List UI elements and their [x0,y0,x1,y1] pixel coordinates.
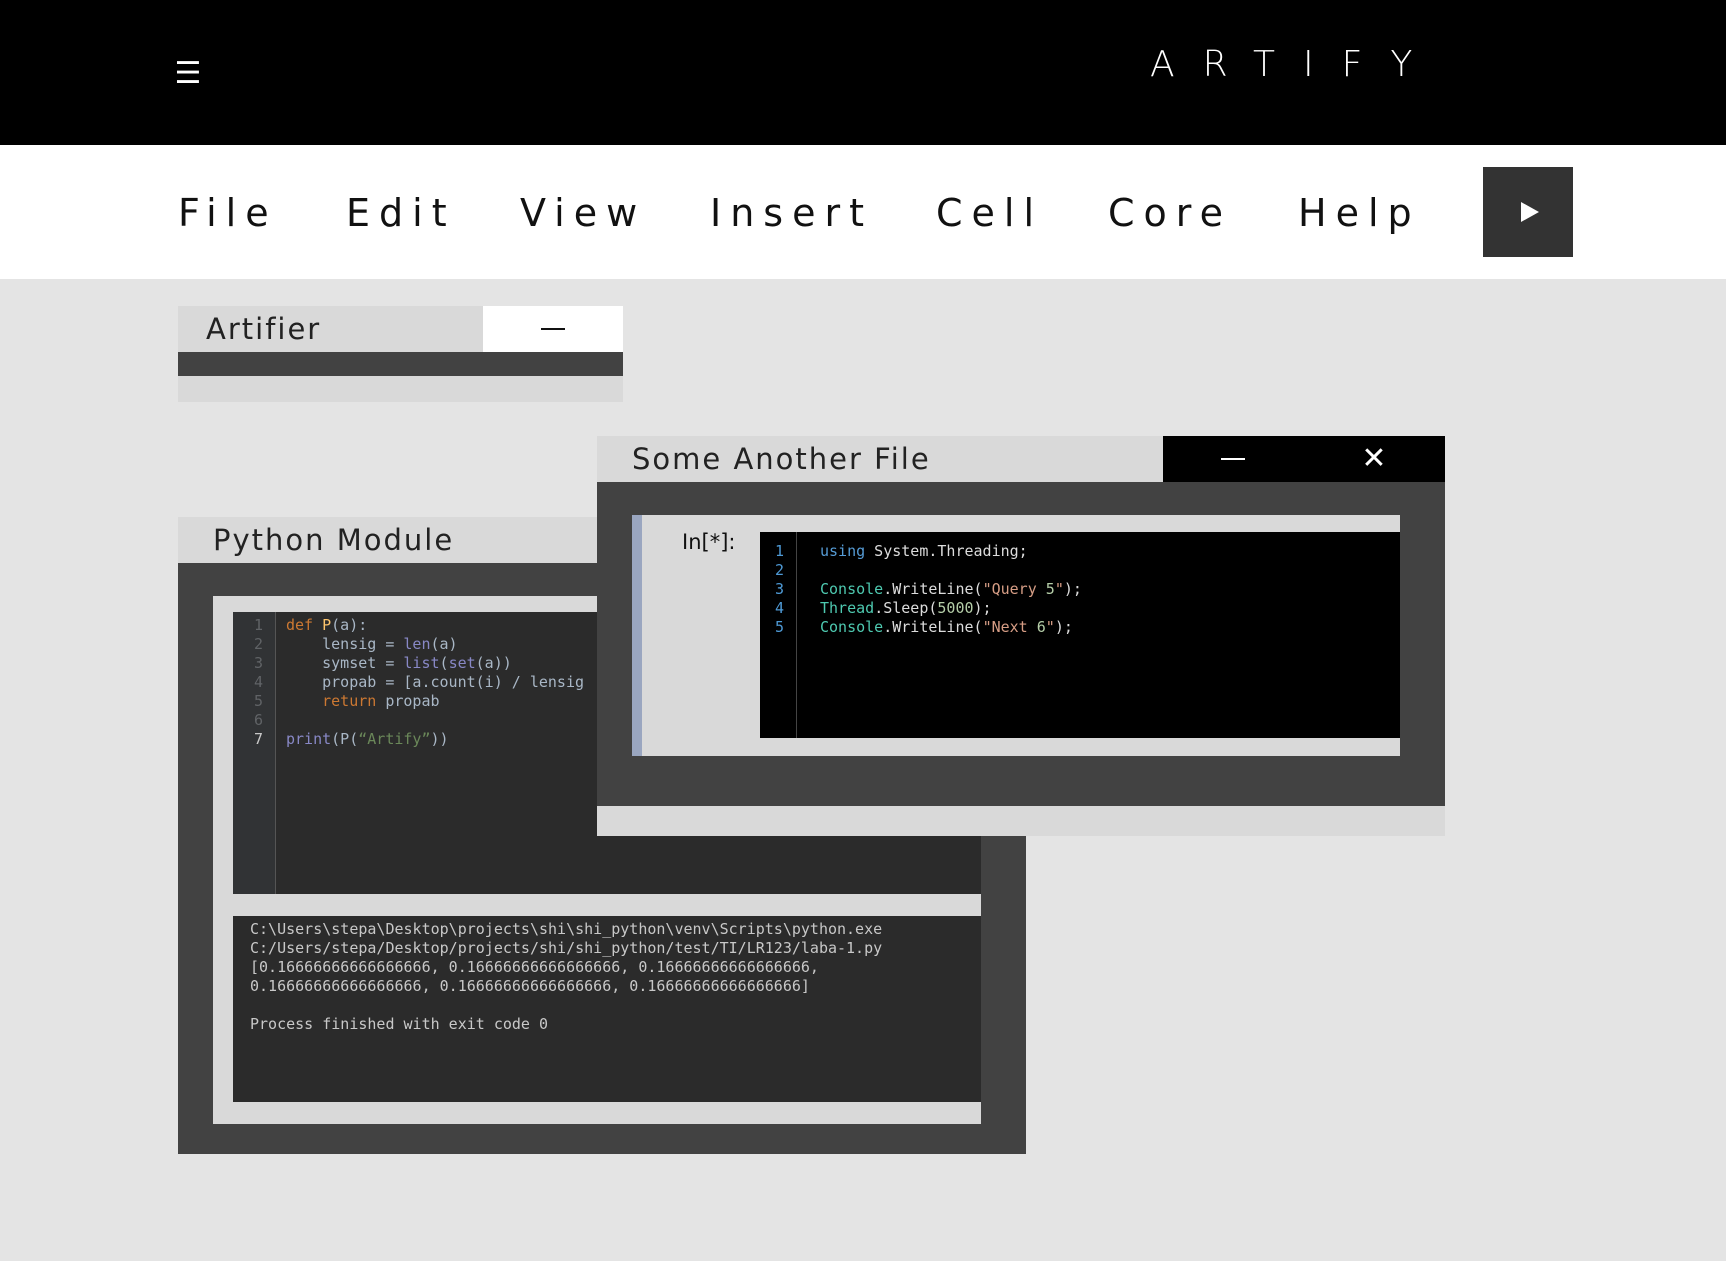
menu-item-help[interactable]: Help [1298,188,1421,238]
code-line: propab = [a.count(i) / lensig [286,673,585,691]
line-number: 3 [253,654,263,672]
minimize-icon [1221,458,1245,460]
minimize-icon [541,328,565,330]
console-line: Process finished with exit code 0 [250,1015,549,1033]
close-icon: ✕ [1361,441,1387,476]
brand-logo: ARTIFY [1150,44,1441,85]
menu-item-view[interactable]: View [520,188,646,238]
artifier-footer [178,376,623,402]
artifier-minimize-button[interactable] [483,306,623,352]
line-number: 6 [253,711,263,729]
line-number: 3 [774,580,784,598]
line-number: 2 [253,635,263,653]
code-line: print(P(“Artify”)) [286,730,449,748]
artifier-titlebar[interactable]: Artifier [178,306,483,352]
menu-item-cell[interactable]: Cell [936,188,1043,238]
line-number: 2 [774,561,784,579]
run-button[interactable] [1483,167,1573,257]
code-line: Console.WriteLine("Next 6"); [820,618,1073,636]
python-module-title: Python Module [213,523,455,557]
console-line: 0.16666666666666666, 0.16666666666666666… [250,977,810,995]
line-number: 4 [253,673,263,691]
code-line: Thread.Sleep(5000); [820,599,992,617]
some-another-file-footer [597,806,1445,836]
python-line-gutter: 1 2 3 4 5 6 7 [233,612,276,894]
line-number: 4 [774,599,784,617]
artifier-body [178,352,623,376]
line-number: 1 [774,542,784,560]
line-number: 5 [253,692,263,710]
csharp-line-gutter: 1 2 3 4 5 [760,532,797,738]
some-another-file-title: Some Another File [632,442,931,476]
console-line: C:\Users\stepa\Desktop\projects\shi\shi_… [250,920,883,938]
line-number: 5 [774,618,784,636]
hamburger-icon[interactable]: ☰ [172,58,204,90]
some-another-file-titlebar[interactable]: Some Another File [597,436,1163,482]
code-line: using System.Threading; [820,542,1028,560]
code-line: def P(a): [286,616,368,634]
some-another-file-minimize-button[interactable] [1163,436,1303,482]
cell-selection-bar [632,515,642,756]
line-number: 7 [253,730,263,748]
code-line: Console.WriteLine("Query 5"); [820,580,1082,598]
cell-prompt: In[*]: [682,530,736,554]
artifier-title: Artifier [206,312,322,346]
code-line: lensig = len(a) [286,635,458,653]
play-icon [1521,202,1539,222]
menu-item-file[interactable]: File [178,188,278,238]
some-another-file-close-button[interactable]: ✕ [1303,436,1445,482]
menu-item-core[interactable]: Core [1108,188,1232,238]
menu-item-insert[interactable]: Insert [710,188,873,238]
menu-item-edit[interactable]: Edit [346,188,456,238]
line-number: 1 [253,616,263,634]
code-line: return propab [322,692,440,710]
console-line: [0.16666666666666666, 0.1666666666666666… [250,958,819,976]
console-line: C:/Users/stepa/Desktop/projects/shi/shi_… [250,939,883,957]
code-line: symset = list(set(a)) [286,654,512,672]
